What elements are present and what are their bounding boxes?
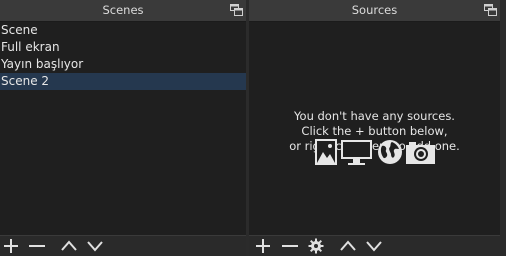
gear-icon [308, 238, 324, 254]
move-source-up-button[interactable] [339, 238, 357, 254]
source-properties-button[interactable] [307, 238, 325, 254]
undock-icon[interactable] [484, 4, 497, 16]
scene-item[interactable]: Full ekran [0, 39, 246, 56]
window-edge [500, 0, 506, 256]
scenes-dock: Scenes Scene Full ekran Yayın başlıyor S… [0, 0, 246, 256]
remove-source-button[interactable] [281, 238, 299, 254]
sources-list[interactable]: You don't have any sources. Click the + … [249, 22, 500, 236]
remove-scene-button[interactable] [28, 238, 46, 254]
add-source-button[interactable] [254, 238, 272, 254]
empty-message-line: You don't have any sources. [294, 109, 455, 123]
image-icon [315, 139, 337, 165]
scene-item[interactable]: Yayın başlıyor [0, 56, 246, 73]
add-scene-button[interactable] [2, 238, 20, 254]
scenes-list[interactable]: Scene Full ekran Yayın başlıyor Scene 2 [0, 22, 246, 236]
sources-dock-titlebar: Sources [249, 0, 500, 22]
sources-toolbar [249, 235, 500, 256]
move-scene-down-button[interactable] [86, 238, 104, 254]
obs-window: Scenes Scene Full ekran Yayın başlıyor S… [0, 0, 506, 256]
display-icon [341, 140, 372, 165]
scenes-toolbar [0, 235, 246, 256]
move-scene-up-button[interactable] [60, 238, 78, 254]
globe-icon [378, 140, 402, 164]
move-source-down-button[interactable] [365, 238, 383, 254]
sources-dock: Sources You don't have any sources. Clic… [249, 0, 500, 256]
camera-icon [406, 142, 435, 164]
sources-dock-title: Sources [351, 3, 398, 17]
scene-item[interactable]: Scene [0, 22, 246, 39]
empty-message-line: Click the + button below, [301, 124, 448, 138]
source-type-icons [315, 139, 435, 165]
undock-icon[interactable] [230, 4, 243, 16]
scene-item-selected[interactable]: Scene 2 [0, 73, 246, 90]
scenes-dock-title: Scenes [102, 3, 144, 17]
scenes-dock-titlebar: Scenes [0, 0, 246, 22]
